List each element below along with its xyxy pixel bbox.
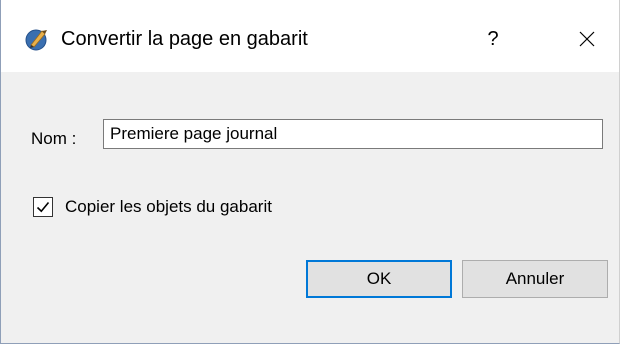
checkmark-icon — [36, 201, 50, 213]
copy-objects-checkbox[interactable] — [33, 197, 53, 217]
ok-button[interactable]: OK — [306, 260, 452, 298]
dialog-title: Convertir la page en gabarit — [61, 28, 308, 50]
name-label: Nom : — [31, 129, 77, 148]
pen-nib-icon — [25, 27, 49, 51]
close-button[interactable] — [567, 22, 607, 56]
close-icon — [579, 31, 595, 51]
convert-page-dialog: Convertir la page en gabarit ? Nom : Cop… — [0, 0, 620, 344]
help-button[interactable]: ? — [473, 22, 513, 56]
dialog-body: Nom : Copier les objets du gabarit OK An… — [1, 72, 619, 343]
title-bar[interactable]: Convertir la page en gabarit ? — [1, 0, 619, 72]
name-input[interactable] — [103, 119, 603, 149]
copy-objects-label: Copier les objets du gabarit — [65, 197, 272, 216]
cancel-button[interactable]: Annuler — [462, 260, 608, 298]
